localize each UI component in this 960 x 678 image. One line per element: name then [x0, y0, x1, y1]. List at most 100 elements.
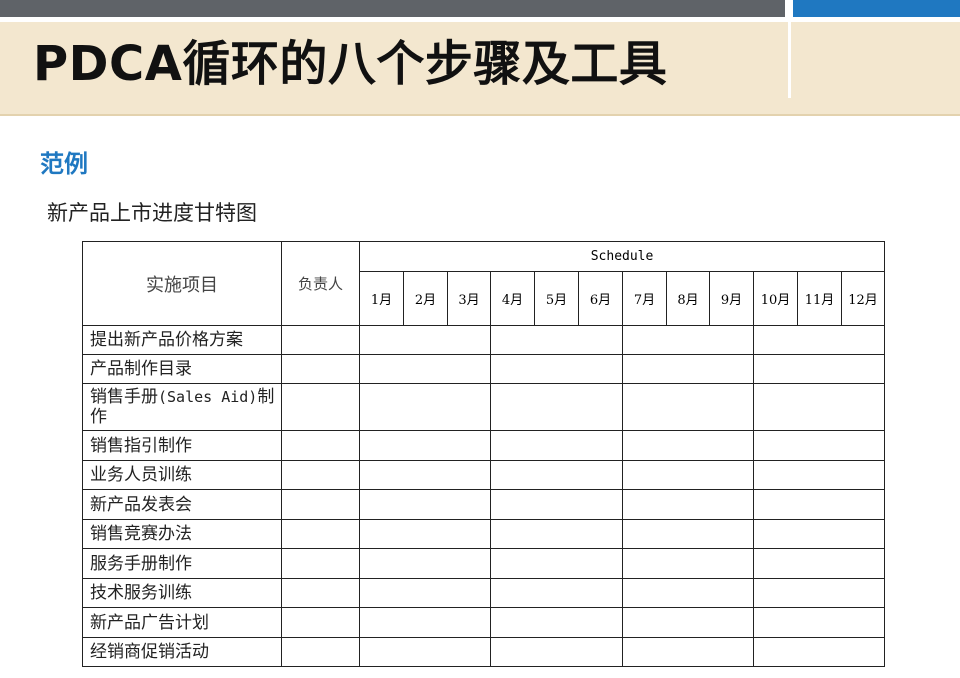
- header-month: 4月: [490, 271, 535, 326]
- title-divider: [788, 20, 791, 98]
- owner-cell: [281, 354, 360, 384]
- task-label: 新产品发表会: [82, 489, 282, 520]
- header-month: 10月: [753, 271, 798, 326]
- header-month: 8月: [666, 271, 710, 326]
- schedule-cell: [622, 578, 754, 608]
- schedule-cell: [490, 430, 623, 461]
- schedule-cell: [752, 637, 886, 667]
- owner-cell: [281, 489, 360, 520]
- header-month: 3月: [447, 271, 491, 326]
- schedule-cell: [622, 430, 754, 461]
- task-label: 销售指引制作: [82, 430, 282, 461]
- schedule-cell: [490, 383, 623, 431]
- schedule-cell: [622, 489, 754, 520]
- schedule-cell: [622, 460, 754, 490]
- table-row: 新产品发表会: [82, 489, 886, 520]
- schedule-cell: [752, 354, 886, 384]
- table-row: 提出新产品价格方案: [82, 325, 886, 355]
- owner-cell: [281, 607, 360, 638]
- table-row: 新产品广告计划: [82, 607, 886, 638]
- owner-cell: [281, 460, 360, 490]
- schedule-cell: [359, 430, 491, 461]
- schedule-cell: [359, 354, 491, 384]
- header-schedule: Schedule: [358, 241, 886, 272]
- table-row: 产品制作目录: [82, 354, 886, 384]
- table-row: 经销商促销活动: [82, 637, 886, 667]
- schedule-cell: [752, 383, 886, 431]
- owner-cell: [281, 548, 360, 579]
- top-bar: [0, 0, 785, 17]
- gantt-table: 实施项目 负责人 Schedule 1月 2月 3月 4月 5月 6月 7月 8…: [82, 241, 886, 667]
- task-label: 服务手册制作: [82, 548, 282, 579]
- schedule-cell: [622, 637, 754, 667]
- header-month: 1月: [359, 271, 404, 326]
- schedule-cell: [359, 325, 491, 355]
- task-label: 经销商促销活动: [82, 637, 282, 667]
- owner-cell: [281, 578, 360, 608]
- schedule-cell: [622, 519, 754, 549]
- schedule-cell: [359, 578, 491, 608]
- schedule-cell: [359, 460, 491, 490]
- schedule-cell: [752, 519, 886, 549]
- task-label: 业务人员训练: [82, 460, 282, 490]
- header-month: 6月: [578, 271, 623, 326]
- schedule-cell: [359, 607, 491, 638]
- schedule-cell: [490, 637, 623, 667]
- schedule-cell: [622, 383, 754, 431]
- task-label: 销售竞赛办法: [82, 519, 282, 549]
- section-label: 范例: [40, 150, 88, 178]
- owner-cell: [281, 383, 360, 431]
- schedule-cell: [752, 578, 886, 608]
- header-month: 12月: [840, 271, 886, 326]
- table-row: 服务手册制作: [82, 548, 886, 579]
- table-row: 销售手册(Sales Aid)制作: [82, 383, 886, 431]
- schedule-cell: [752, 548, 886, 579]
- table-row: 销售竞赛办法: [82, 519, 886, 549]
- schedule-cell: [490, 578, 623, 608]
- chart-subtitle: 新产品上市进度甘特图: [47, 201, 257, 225]
- schedule-cell: [490, 489, 623, 520]
- table-row: 技术服务训练: [82, 578, 886, 608]
- schedule-cell: [490, 548, 623, 579]
- page-title: PDCA循环的八个步骤及工具: [33, 36, 668, 92]
- owner-cell: [281, 519, 360, 549]
- table-row: 销售指引制作: [82, 430, 886, 461]
- schedule-cell: [359, 548, 491, 579]
- schedule-cell: [490, 325, 623, 355]
- schedule-cell: [752, 460, 886, 490]
- owner-cell: [281, 325, 360, 355]
- schedule-cell: [359, 637, 491, 667]
- task-label: 技术服务训练: [82, 578, 282, 608]
- task-label: 产品制作目录: [82, 354, 282, 384]
- task-label: 销售手册(Sales Aid)制作: [82, 383, 282, 431]
- schedule-cell: [490, 607, 623, 638]
- schedule-cell: [359, 383, 491, 431]
- schedule-cell: [622, 325, 754, 355]
- schedule-cell: [490, 460, 623, 490]
- schedule-cell: [359, 489, 491, 520]
- top-bar-accent: [793, 0, 960, 17]
- schedule-cell: [490, 354, 623, 384]
- schedule-cell: [752, 489, 886, 520]
- header-month: 9月: [709, 271, 754, 326]
- schedule-cell: [752, 430, 886, 461]
- schedule-cell: [622, 548, 754, 579]
- schedule-cell: [752, 325, 886, 355]
- owner-cell: [281, 637, 360, 667]
- header-month: 2月: [403, 271, 448, 326]
- schedule-cell: [490, 519, 623, 549]
- owner-cell: [281, 430, 360, 461]
- header-month: 7月: [622, 271, 667, 326]
- schedule-cell: [622, 354, 754, 384]
- header-item: 实施项目: [82, 241, 282, 326]
- schedule-cell: [752, 607, 886, 638]
- table-row: 业务人员训练: [82, 460, 886, 490]
- header-month: 11月: [797, 271, 842, 326]
- schedule-cell: [359, 519, 491, 549]
- header-month: 5月: [534, 271, 579, 326]
- task-label: 新产品广告计划: [82, 607, 282, 638]
- header-owner: 负责人: [281, 241, 360, 326]
- task-label: 提出新产品价格方案: [82, 325, 282, 355]
- schedule-cell: [622, 607, 754, 638]
- gantt-body: 提出新产品价格方案 产品制作目录 销售手册(Sales Aid)制作 销售指引制作 业务…: [82, 325, 886, 667]
